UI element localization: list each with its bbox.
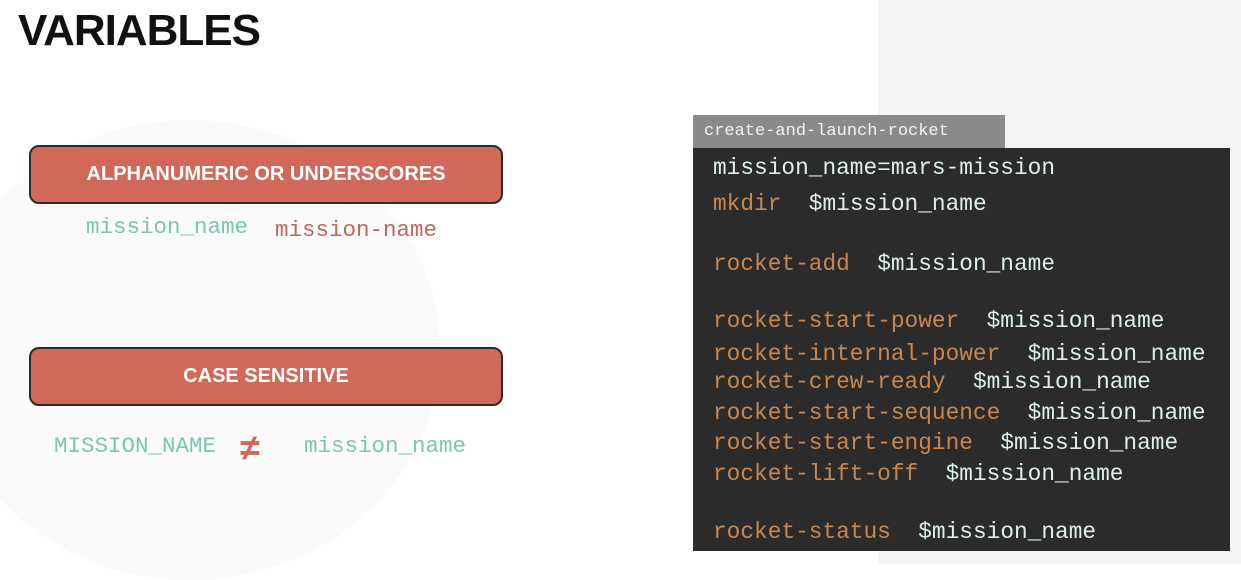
argument: $mission_name [1000,430,1179,456]
argument: mission_name=mars-mission [713,155,1056,181]
command: rocket-start-power [713,308,960,334]
argument: $mission_name [986,308,1165,334]
argument: $mission_name [1027,400,1206,426]
command: rocket-crew-ready [713,369,946,395]
code-line: mission_name=mars-mission [713,155,1055,181]
lowercase-example: mission_name [304,433,467,459]
argument: $mission_name [877,251,1056,277]
command: rocket-internal-power [713,341,1001,367]
code-line: rocket-add $mission_name [713,251,1055,277]
code-line: rocket-internal-power $mission_name [713,341,1206,367]
argument: $mission_name [808,191,987,217]
argument: $mission_name [945,461,1124,487]
argument: $mission_name [972,369,1151,395]
command: rocket-lift-off [713,461,919,487]
rule-alphanumeric-banner: ALPHANUMERIC OR UNDERSCORES [29,145,503,204]
not-equal-icon: ≠ [240,427,260,468]
valid-example: mission_name [86,214,249,240]
code-line: rocket-status $mission_name [713,519,1096,545]
command: rocket-start-engine [713,430,973,456]
uppercase-example: MISSION_NAME [54,433,217,459]
argument: $mission_name [918,519,1097,545]
rule-label: ALPHANUMERIC OR UNDERSCORES [86,163,446,185]
command: rocket-status [713,519,891,545]
code-line: rocket-start-power $mission_name [713,308,1164,334]
code-block: mission_name=mars-missionmkdir $mission_… [693,148,1230,551]
argument: $mission_name [1027,341,1206,367]
code-line: rocket-start-engine $mission_name [713,430,1178,456]
code-line: rocket-crew-ready $mission_name [713,369,1151,395]
code-line: rocket-lift-off $mission_name [713,461,1123,487]
rule-label: CASE SENSITIVE [183,365,349,387]
command: rocket-add [713,251,850,277]
invalid-example: mission-name [275,217,438,243]
script-filename-tab: create-and-launch-rocket [693,115,1005,148]
rule-case-sensitive-banner: CASE SENSITIVE [29,347,503,406]
command: rocket-start-sequence [713,400,1001,426]
code-line: rocket-start-sequence $mission_name [713,400,1206,426]
code-line: mkdir $mission_name [713,191,987,217]
slide-title: VARIABLES [18,6,261,55]
command: mkdir [713,191,782,217]
